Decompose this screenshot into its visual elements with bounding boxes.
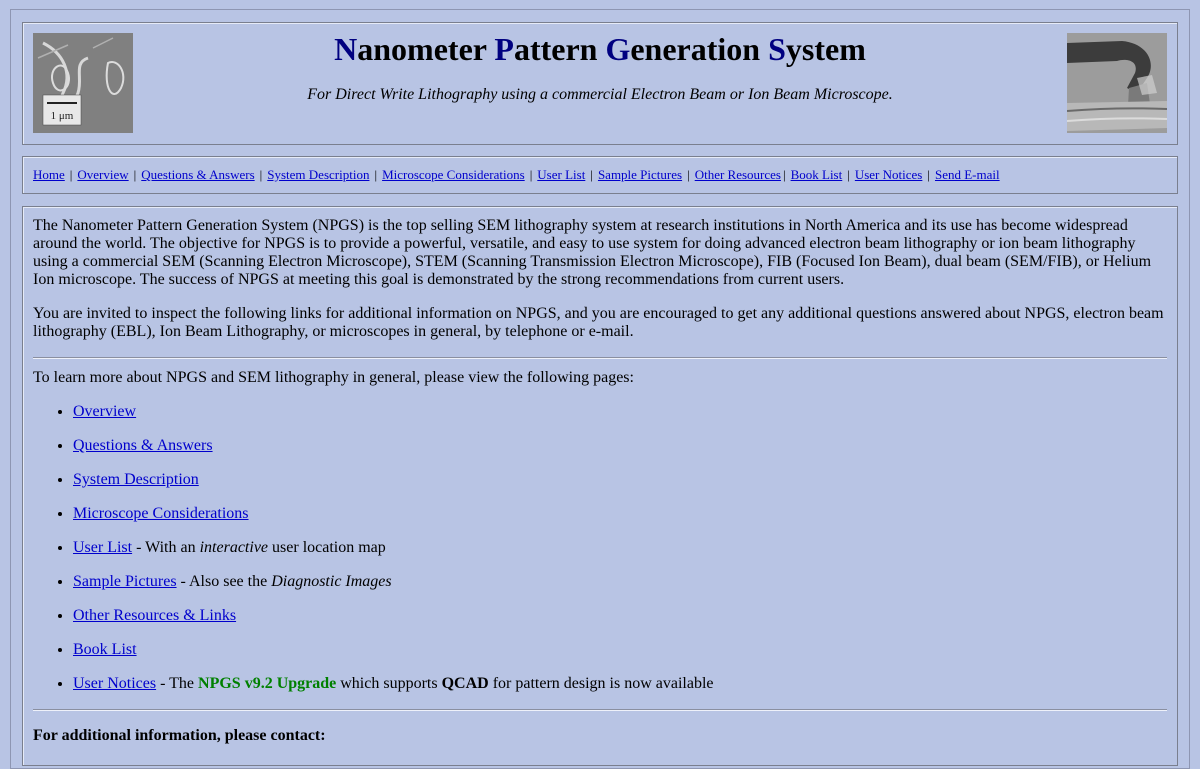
nav-separator: | — [687, 167, 690, 182]
nav-microscope-considerations[interactable]: Microscope Considerations — [382, 167, 525, 182]
nav-other-resources[interactable]: Other Resources — [695, 167, 781, 182]
nav-system-description[interactable]: System Description — [267, 167, 369, 182]
link-user-notices[interactable]: User Notices — [73, 675, 156, 692]
invite-paragraph: You are invited to inspect the following… — [33, 305, 1164, 340]
upgrade-highlight: NPGS v9.2 Upgrade — [198, 675, 337, 692]
nav-separator: | — [69, 167, 73, 182]
page-links-list: Overview Questions & Answers System Desc… — [33, 403, 1167, 693]
divider — [33, 709, 1167, 711]
header: 1 μm Nanometer Pattern Generation System… — [22, 22, 1178, 145]
link-user-list[interactable]: User List — [73, 539, 132, 556]
notices-desc-post: for pattern design is now available — [488, 675, 714, 692]
page-title: Nanometer Pattern Generation System — [23, 31, 1177, 68]
title-part: Nanometer — [334, 31, 495, 67]
link-system-description[interactable]: System Description — [73, 471, 199, 488]
list-item: Microscope Considerations — [73, 505, 1167, 523]
nav-user-list[interactable]: User List — [537, 167, 585, 182]
sample-desc-pre: - Also see the — [176, 573, 272, 590]
link-questions-answers[interactable]: Questions & Answers — [73, 437, 213, 454]
nav-separator: | — [259, 167, 263, 182]
list-item: User Notices - The NPGS v9.2 Upgrade whi… — [73, 675, 1167, 693]
list-item: Sample Pictures - Also see the Diagnosti… — [73, 573, 1167, 591]
user-list-desc-em: interactive — [199, 539, 269, 556]
nav-separator: | — [133, 167, 137, 182]
list-item: Book List — [73, 641, 1167, 659]
notices-desc-mid: which supports — [336, 675, 442, 692]
divider — [33, 357, 1167, 359]
list-item: User List - With an interactive user loc… — [73, 539, 1167, 557]
notices-desc-pre: - The — [156, 675, 199, 692]
title-part: Pattern — [494, 31, 606, 67]
list-item: System Description — [73, 471, 1167, 489]
nav-separator: | — [374, 167, 378, 182]
sample-desc-em: Diagnostic Images — [271, 573, 392, 590]
link-other-resources[interactable]: Other Resources & Links — [73, 607, 236, 624]
learn-more-text: To learn more about NPGS and SEM lithogr… — [33, 369, 634, 386]
sem-cantilever-image — [1067, 33, 1167, 133]
intro-paragraph: The Nanometer Pattern Generation System … — [33, 217, 1152, 288]
nav-separator: | — [782, 167, 786, 182]
nav-separator: | — [927, 167, 930, 182]
link-microscope-considerations[interactable]: Microscope Considerations — [73, 505, 249, 522]
nav-home[interactable]: Home — [33, 167, 65, 182]
nav-book-list[interactable]: Book List — [791, 167, 843, 182]
nav-user-notices[interactable]: User Notices — [855, 167, 923, 182]
main-content: The Nanometer Pattern Generation System … — [22, 206, 1178, 766]
sem-cantilever-graphic — [1067, 33, 1167, 133]
list-item: Other Resources & Links — [73, 607, 1167, 625]
title-part: System — [768, 31, 866, 67]
scale-bar-label: 1 μm — [51, 110, 74, 122]
nav-separator: | — [590, 167, 593, 182]
contact-heading: For additional information, please conta… — [33, 727, 326, 744]
link-overview[interactable]: Overview — [73, 403, 136, 420]
nav-questions-answers[interactable]: Questions & Answers — [141, 167, 254, 182]
user-list-desc-post: user location map — [268, 539, 386, 556]
nav-links: Home | Overview | Questions & Answers | System… — [33, 167, 1000, 183]
nav-send-email[interactable]: Send E-mail — [935, 167, 1000, 182]
page-subtitle: For Direct Write Lithography using a com… — [307, 86, 893, 103]
nav-separator: | — [529, 167, 533, 182]
qcad-highlight: QCAD — [441, 675, 489, 692]
nav-separator: | — [847, 167, 850, 182]
title-part: Generation — [605, 31, 769, 67]
nav-bar: Home | Overview | Questions & Answers | System… — [22, 156, 1178, 194]
link-sample-pictures[interactable]: Sample Pictures — [73, 573, 177, 590]
nav-overview[interactable]: Overview — [77, 167, 128, 182]
list-item: Overview — [73, 403, 1167, 421]
link-book-list[interactable]: Book List — [73, 641, 137, 658]
user-list-desc-pre: - With an — [132, 539, 200, 556]
list-item: Questions & Answers — [73, 437, 1167, 455]
nav-sample-pictures[interactable]: Sample Pictures — [598, 167, 682, 182]
